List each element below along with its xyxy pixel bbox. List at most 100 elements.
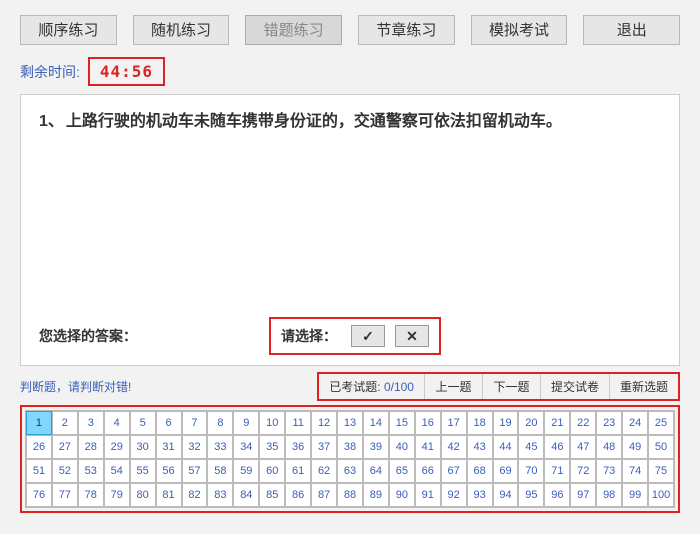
grid-cell[interactable]: 65: [389, 459, 415, 483]
grid-cell[interactable]: 12: [311, 411, 337, 435]
grid-cell[interactable]: 63: [337, 459, 363, 483]
grid-cell[interactable]: 43: [467, 435, 493, 459]
grid-cell[interactable]: 34: [233, 435, 259, 459]
grid-cell[interactable]: 62: [311, 459, 337, 483]
grid-cell[interactable]: 50: [648, 435, 674, 459]
grid-cell[interactable]: 39: [363, 435, 389, 459]
grid-cell[interactable]: 58: [207, 459, 233, 483]
grid-cell[interactable]: 98: [596, 483, 622, 507]
grid-cell[interactable]: 24: [622, 411, 648, 435]
grid-cell[interactable]: 45: [518, 435, 544, 459]
grid-cell[interactable]: 83: [207, 483, 233, 507]
grid-cell[interactable]: 91: [415, 483, 441, 507]
grid-cell[interactable]: 13: [337, 411, 363, 435]
grid-cell[interactable]: 5: [130, 411, 156, 435]
grid-cell[interactable]: 77: [52, 483, 78, 507]
grid-cell[interactable]: 42: [441, 435, 467, 459]
grid-cell[interactable]: 94: [493, 483, 519, 507]
grid-cell[interactable]: 16: [415, 411, 441, 435]
tab-chapter[interactable]: 节章练习: [358, 15, 455, 45]
grid-cell[interactable]: 1: [26, 411, 52, 435]
grid-cell[interactable]: 53: [78, 459, 104, 483]
tab-sequence[interactable]: 顺序练习: [20, 15, 117, 45]
grid-cell[interactable]: 48: [596, 435, 622, 459]
grid-cell[interactable]: 47: [570, 435, 596, 459]
grid-cell[interactable]: 76: [26, 483, 52, 507]
tab-wrong[interactable]: 错题练习: [245, 15, 342, 45]
grid-cell[interactable]: 27: [52, 435, 78, 459]
tab-exit[interactable]: 退出: [583, 15, 680, 45]
grid-cell[interactable]: 78: [78, 483, 104, 507]
grid-cell[interactable]: 89: [363, 483, 389, 507]
grid-cell[interactable]: 96: [544, 483, 570, 507]
grid-cell[interactable]: 37: [311, 435, 337, 459]
grid-cell[interactable]: 84: [233, 483, 259, 507]
grid-cell[interactable]: 20: [518, 411, 544, 435]
grid-cell[interactable]: 36: [285, 435, 311, 459]
grid-cell[interactable]: 57: [182, 459, 208, 483]
grid-cell[interactable]: 85: [259, 483, 285, 507]
grid-cell[interactable]: 46: [544, 435, 570, 459]
grid-cell[interactable]: 18: [467, 411, 493, 435]
grid-cell[interactable]: 44: [493, 435, 519, 459]
grid-cell[interactable]: 52: [52, 459, 78, 483]
grid-cell[interactable]: 30: [130, 435, 156, 459]
grid-cell[interactable]: 10: [259, 411, 285, 435]
grid-cell[interactable]: 100: [648, 483, 674, 507]
grid-cell[interactable]: 15: [389, 411, 415, 435]
grid-cell[interactable]: 69: [493, 459, 519, 483]
submit-button[interactable]: 提交试卷: [540, 374, 609, 399]
grid-cell[interactable]: 66: [415, 459, 441, 483]
grid-cell[interactable]: 87: [311, 483, 337, 507]
grid-cell[interactable]: 97: [570, 483, 596, 507]
grid-cell[interactable]: 73: [596, 459, 622, 483]
grid-cell[interactable]: 41: [415, 435, 441, 459]
grid-cell[interactable]: 9: [233, 411, 259, 435]
grid-cell[interactable]: 75: [648, 459, 674, 483]
grid-cell[interactable]: 68: [467, 459, 493, 483]
grid-cell[interactable]: 56: [156, 459, 182, 483]
grid-cell[interactable]: 93: [467, 483, 493, 507]
grid-cell[interactable]: 31: [156, 435, 182, 459]
grid-cell[interactable]: 33: [207, 435, 233, 459]
tab-random[interactable]: 随机练习: [133, 15, 230, 45]
grid-cell[interactable]: 90: [389, 483, 415, 507]
grid-cell[interactable]: 99: [622, 483, 648, 507]
grid-cell[interactable]: 60: [259, 459, 285, 483]
reset-button[interactable]: 重新选题: [609, 374, 678, 399]
grid-cell[interactable]: 17: [441, 411, 467, 435]
grid-cell[interactable]: 19: [493, 411, 519, 435]
grid-cell[interactable]: 64: [363, 459, 389, 483]
grid-cell[interactable]: 72: [570, 459, 596, 483]
grid-cell[interactable]: 40: [389, 435, 415, 459]
grid-cell[interactable]: 88: [337, 483, 363, 507]
grid-cell[interactable]: 95: [518, 483, 544, 507]
grid-cell[interactable]: 59: [233, 459, 259, 483]
grid-cell[interactable]: 6: [156, 411, 182, 435]
grid-cell[interactable]: 86: [285, 483, 311, 507]
grid-cell[interactable]: 32: [182, 435, 208, 459]
grid-cell[interactable]: 11: [285, 411, 311, 435]
tab-mock[interactable]: 模拟考试: [471, 15, 568, 45]
grid-cell[interactable]: 71: [544, 459, 570, 483]
grid-cell[interactable]: 28: [78, 435, 104, 459]
grid-cell[interactable]: 55: [130, 459, 156, 483]
grid-cell[interactable]: 25: [648, 411, 674, 435]
grid-cell[interactable]: 92: [441, 483, 467, 507]
grid-cell[interactable]: 82: [182, 483, 208, 507]
grid-cell[interactable]: 38: [337, 435, 363, 459]
prev-button[interactable]: 上一题: [424, 374, 482, 399]
answer-true-button[interactable]: ✓: [351, 325, 385, 347]
grid-cell[interactable]: 51: [26, 459, 52, 483]
grid-cell[interactable]: 67: [441, 459, 467, 483]
grid-cell[interactable]: 7: [182, 411, 208, 435]
grid-cell[interactable]: 79: [104, 483, 130, 507]
grid-cell[interactable]: 23: [596, 411, 622, 435]
grid-cell[interactable]: 29: [104, 435, 130, 459]
grid-cell[interactable]: 70: [518, 459, 544, 483]
answer-false-button[interactable]: ✕: [395, 325, 429, 347]
grid-cell[interactable]: 80: [130, 483, 156, 507]
grid-cell[interactable]: 4: [104, 411, 130, 435]
grid-cell[interactable]: 21: [544, 411, 570, 435]
grid-cell[interactable]: 3: [78, 411, 104, 435]
